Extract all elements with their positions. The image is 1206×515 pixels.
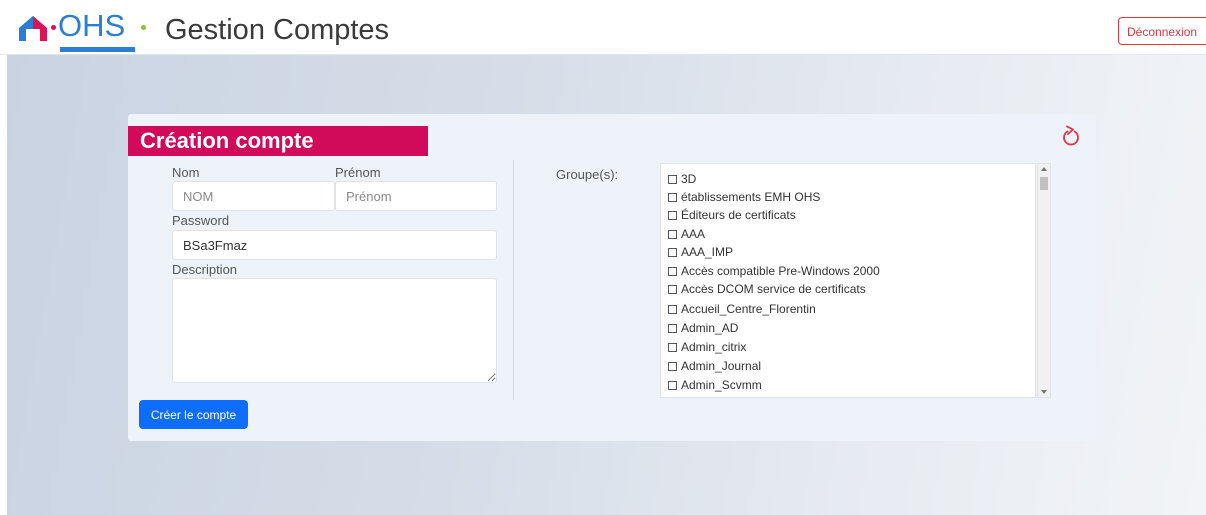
- password-input[interactable]: [172, 230, 497, 260]
- group-item-editeurs-de-certificats[interactable]: Éditeurs de certificats: [668, 206, 796, 224]
- groups-listbox[interactable]: 3D établissements EMH OHS Éditeurs de ce…: [660, 163, 1036, 398]
- refresh-icon[interactable]: [1061, 125, 1081, 147]
- group-item-acces-compatible-pre-windows-2000[interactable]: Accès compatible Pre-Windows 2000: [668, 262, 880, 280]
- groups-scrollbar[interactable]: [1037, 163, 1051, 398]
- group-item-3d[interactable]: 3D: [668, 170, 696, 188]
- group-label: 3D: [681, 172, 697, 186]
- create-account-button[interactable]: Créer le compte: [139, 400, 248, 429]
- checkbox-icon[interactable]: [668, 362, 677, 371]
- checkbox-icon[interactable]: [668, 285, 677, 294]
- group-label: Admin_citrix: [681, 340, 747, 354]
- checkbox-icon[interactable]: [668, 324, 677, 333]
- scroll-up-icon[interactable]: [1041, 167, 1047, 171]
- group-item-admin-journal[interactable]: Admin_Journal: [668, 357, 761, 375]
- group-label: établissements EMH OHS: [681, 190, 821, 204]
- app-title: Gestion Comptes: [165, 14, 390, 46]
- logo-text: OHS: [58, 8, 126, 43]
- nom-label: Nom: [172, 165, 200, 180]
- group-item-aaa-imp[interactable]: AAA_IMP: [668, 243, 733, 261]
- group-item-etablissements-emh-ohs[interactable]: établissements EMH OHS: [668, 188, 820, 206]
- checkbox-icon[interactable]: [668, 230, 677, 239]
- group-item-aaa[interactable]: AAA: [668, 225, 705, 243]
- checkbox-icon[interactable]: [668, 381, 677, 390]
- checkbox-icon[interactable]: [668, 267, 677, 276]
- groups-label: Groupe(s):: [556, 167, 619, 182]
- prenom-input[interactable]: [335, 181, 497, 211]
- group-item-admin-scvmm[interactable]: Admin_Scvmm: [668, 376, 762, 394]
- column-divider: [513, 160, 514, 400]
- checkbox-icon[interactable]: [668, 175, 677, 184]
- checkbox-icon[interactable]: [668, 211, 677, 220]
- group-label: Admin_Journal: [681, 359, 762, 373]
- group-item-admin-citrix[interactable]: Admin_citrix: [668, 338, 746, 356]
- ohs-logo: OHS: [17, 8, 157, 52]
- logo-dot: [141, 25, 146, 30]
- scroll-down-icon[interactable]: [1041, 390, 1047, 394]
- group-label: Accès DCOM service de certificats: [681, 282, 866, 296]
- nom-input[interactable]: [172, 181, 335, 211]
- group-label: AAA: [681, 227, 706, 241]
- section-title: Création compte: [128, 126, 428, 156]
- group-label: Éditeurs de certificats: [681, 208, 796, 222]
- group-label: Accès compatible Pre-Windows 2000: [681, 264, 880, 278]
- logo-dot: [51, 25, 56, 30]
- description-label: Description: [172, 262, 238, 277]
- group-label: Accueil_Centre_Florentin: [681, 302, 816, 316]
- description-textarea[interactable]: [172, 278, 497, 383]
- group-label: Admin_AD: [681, 321, 739, 335]
- group-label: AAA_IMP: [681, 245, 734, 259]
- checkbox-icon[interactable]: [668, 248, 677, 257]
- checkbox-icon[interactable]: [668, 343, 677, 352]
- house-logo-icon: [19, 16, 47, 41]
- logout-button[interactable]: Déconnexion: [1118, 17, 1206, 45]
- checkbox-icon[interactable]: [668, 305, 677, 314]
- prenom-label: Prénom: [335, 165, 381, 180]
- checkbox-icon[interactable]: [668, 193, 677, 202]
- group-label: Admin_Scvmm: [681, 378, 762, 392]
- logo-underline: [60, 47, 135, 52]
- app-header: OHS Gestion Comptes Déconnexion: [0, 0, 1206, 55]
- group-item-acces-dcom-service-de-certificats[interactable]: Accès DCOM service de certificats: [668, 280, 866, 298]
- scroll-thumb[interactable]: [1040, 177, 1048, 190]
- password-label: Password: [172, 213, 230, 228]
- group-item-admin-ad[interactable]: Admin_AD: [668, 319, 738, 337]
- group-item-accueil-centre-florentin[interactable]: Accueil_Centre_Florentin: [668, 300, 816, 318]
